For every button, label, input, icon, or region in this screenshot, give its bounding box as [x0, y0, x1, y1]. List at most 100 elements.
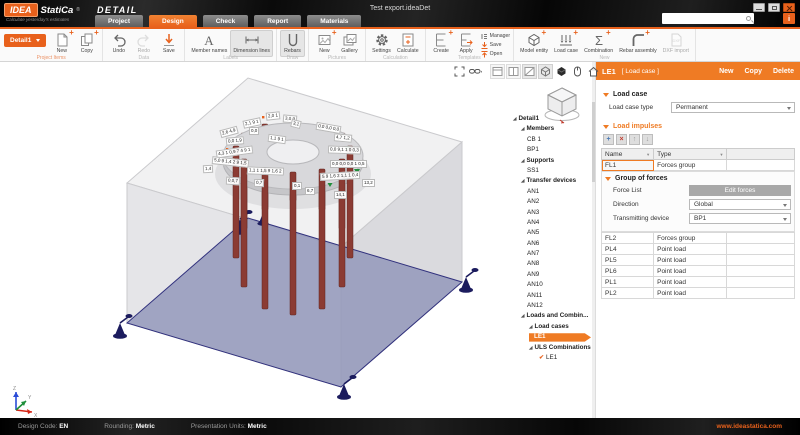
maximize-button[interactable] — [768, 3, 780, 12]
tree-item[interactable]: ✔Detail1 — [497, 114, 591, 124]
tree-item[interactable]: ✔AN6 — [497, 239, 591, 249]
status-item[interactable]: Rounding: Metric — [104, 423, 155, 430]
info-button[interactable]: i — [783, 13, 795, 24]
impulse-row-selected[interactable]: FL1 Forces group — [602, 160, 795, 171]
settings-button[interactable]: Settings — [369, 30, 394, 57]
ribbon-tab[interactable]: Design — [149, 15, 197, 27]
load-case-type-dropdown[interactable]: Permanent — [671, 102, 795, 113]
fit-view-icon[interactable] — [452, 64, 467, 79]
tree-item[interactable]: ✔LE1 — [497, 332, 591, 342]
tree-item[interactable]: ✔Loads and Combin... — [497, 311, 591, 321]
save-button[interactable]: Save — [156, 30, 181, 57]
tree-item[interactable]: ✔ULS Combinations — [497, 343, 591, 353]
tree-item[interactable]: ✔AN5 — [497, 228, 591, 238]
rebars-button[interactable]: Rebars — [280, 30, 305, 57]
redo-button[interactable]: Redo — [131, 30, 156, 57]
expand-icon — [529, 345, 532, 350]
add-impulse-button[interactable]: + — [603, 134, 614, 145]
move-down-button[interactable]: ↓ — [642, 134, 653, 145]
tree-item[interactable]: ✔AN8 — [497, 259, 591, 269]
filter-icon[interactable]: ▼ — [719, 151, 723, 158]
search-box[interactable] — [662, 13, 754, 24]
calculate-button[interactable]: Calculate — [394, 30, 422, 57]
search-input[interactable] — [665, 15, 746, 23]
rebar-assembly-button[interactable]: Rebar assembly — [616, 30, 659, 57]
header-action-button[interactable]: New — [719, 68, 733, 75]
section-group-of-forces[interactable]: Group of forces — [605, 175, 791, 182]
link-views-icon[interactable] — [468, 64, 483, 79]
tree-item[interactable]: ✔Transfer devices — [497, 176, 591, 186]
status-item[interactable]: Presentation Units: Metric — [191, 423, 267, 430]
mouse-navigation-icon[interactable] — [570, 64, 585, 79]
tree-item-label: ULS Combinations — [534, 344, 590, 351]
detail-selector[interactable]: Detail1 — [4, 34, 46, 47]
dimension-lines-toggle[interactable]: Dimension lines — [230, 30, 273, 57]
filter-icon[interactable]: ▼ — [646, 151, 650, 158]
transmitting-device-dropdown[interactable]: BP1 — [689, 213, 791, 224]
view-window-icon[interactable] — [490, 64, 505, 79]
member-names-toggle[interactable]: A Member names — [188, 30, 230, 57]
ribbon-tab[interactable]: Check — [203, 15, 249, 27]
ribbon-tab[interactable]: Report — [254, 15, 301, 27]
impulse-row[interactable]: PL2Point load — [602, 288, 795, 299]
tree-item[interactable]: ✔AN4 — [497, 218, 591, 228]
tree-item[interactable]: ✔AN9 — [497, 270, 591, 280]
impulse-row[interactable]: PL6Point load — [602, 266, 795, 277]
undo-button[interactable]: Undo — [106, 30, 131, 57]
column-header-type[interactable]: Type▼ — [654, 149, 727, 160]
model-entity-button[interactable]: Model entity — [517, 30, 551, 57]
load-case-button[interactable]: Load case — [551, 30, 581, 57]
create-template-button[interactable]: Create — [429, 30, 454, 57]
axonometry-view-icon[interactable] — [522, 64, 537, 79]
tree-item[interactable]: ✔CB 1 — [497, 135, 591, 145]
header-action-button[interactable]: Copy — [744, 68, 762, 75]
direction-dropdown[interactable]: Global — [689, 199, 791, 210]
new-project-item-button[interactable]: New — [49, 30, 74, 57]
impulse-row[interactable]: PL4Point load — [602, 244, 795, 255]
template-manager-button[interactable]: Manager — [481, 32, 510, 40]
perspective-view-icon[interactable] — [538, 64, 553, 79]
impulse-row[interactable]: PL5Point load — [602, 255, 795, 266]
copy-project-item-button[interactable]: Copy — [74, 30, 99, 57]
impulse-row[interactable]: FL2Forces group — [602, 233, 795, 244]
new-picture-button[interactable]: New — [312, 30, 337, 57]
tree-item[interactable]: ✔LE1 — [497, 353, 591, 363]
tree-item[interactable]: ✔AN10 — [497, 280, 591, 290]
tree-item[interactable]: ✔BP1 — [497, 145, 591, 155]
tree-item[interactable]: ✔Supports — [497, 156, 591, 166]
apply-template-button[interactable]: Apply — [454, 30, 479, 57]
impulse-row[interactable]: PL1Point load — [602, 277, 795, 288]
dxf-import-button[interactable]: DXF DXF import — [660, 30, 692, 57]
view-split-icon[interactable] — [506, 64, 521, 79]
tree-item[interactable]: ✔Load cases — [497, 322, 591, 332]
impulse-type-cell[interactable]: Forces group — [654, 160, 727, 171]
tree-scrollbar[interactable] — [592, 62, 595, 418]
tree-item[interactable]: ✔SS1 — [497, 166, 591, 176]
move-up-button[interactable]: ↑ — [629, 134, 640, 145]
delete-impulse-button[interactable]: × — [616, 134, 627, 145]
gallery-button[interactable]: Gallery — [337, 30, 362, 57]
template-save-button[interactable]: Save — [481, 41, 510, 49]
solid-mode-icon[interactable] — [554, 64, 569, 79]
ribbon-tab[interactable]: Project — [95, 15, 143, 27]
edit-forces-button[interactable]: Edit forces — [689, 185, 791, 196]
tree-item[interactable]: ✔AN1 — [497, 187, 591, 197]
section-load-impulses[interactable]: Load impulses — [603, 123, 795, 130]
section-load-case[interactable]: Load case — [603, 91, 795, 98]
header-action-button[interactable]: Delete — [773, 68, 794, 75]
tree-item[interactable]: ✔AN11 — [497, 291, 591, 301]
tree-item[interactable]: ✔AN3 — [497, 208, 591, 218]
home-view-icon[interactable] — [586, 64, 601, 79]
column-header-name[interactable]: Name▼ — [602, 149, 654, 160]
close-button[interactable] — [783, 3, 795, 12]
ribbon-tab[interactable]: Materials — [307, 15, 361, 27]
minimize-button[interactable] — [753, 3, 765, 12]
status-item[interactable]: Design Code: EN — [18, 423, 68, 430]
impulse-name-cell[interactable]: FL1 — [602, 160, 654, 171]
website-link[interactable]: www.ideastatica.com — [716, 423, 782, 430]
tree-item[interactable]: ✔Members — [497, 124, 591, 134]
tree-item[interactable]: ✔AN7 — [497, 249, 591, 259]
tree-item[interactable]: ✔AN12 — [497, 301, 591, 311]
tree-item[interactable]: ✔AN2 — [497, 197, 591, 207]
combination-button[interactable]: Σ Combination — [581, 30, 616, 57]
